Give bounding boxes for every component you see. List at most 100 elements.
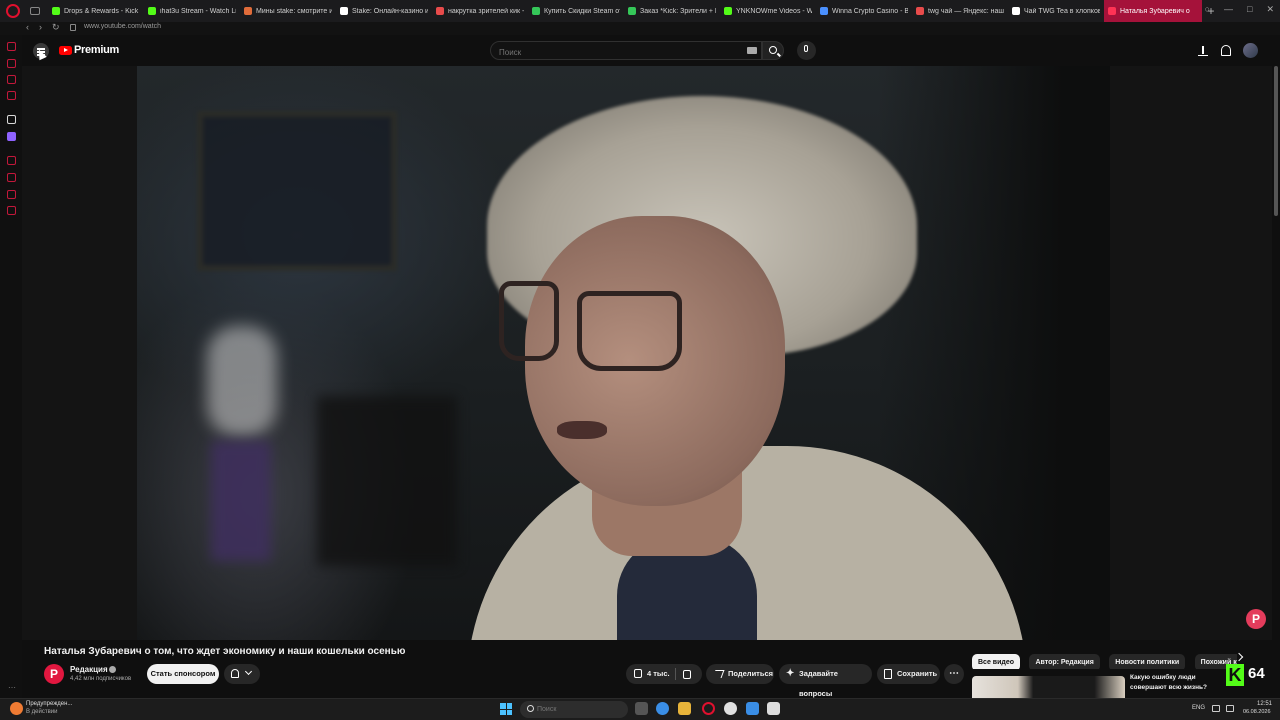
recommendation-thumbnail[interactable] xyxy=(972,676,1125,698)
opera-logo-icon[interactable] xyxy=(6,4,20,18)
taskbar-search[interactable] xyxy=(520,701,628,718)
sidebar-more-icon[interactable]: ⋯ xyxy=(8,683,16,692)
tab-label: Stake: Онлайн-казино и с xyxy=(352,7,428,15)
more-actions-button[interactable]: ⋯ xyxy=(944,664,964,684)
share-button[interactable]: Поделиться xyxy=(706,664,774,684)
sidebar-messenger-icon[interactable] xyxy=(7,75,16,84)
taskbar-search-input[interactable] xyxy=(537,703,607,716)
dislike-icon[interactable] xyxy=(683,670,691,679)
nav-buttons[interactable]: ‹›↻ xyxy=(26,22,70,33)
account-avatar[interactable] xyxy=(1243,43,1258,58)
clock-time[interactable]: 12:51 xyxy=(1257,701,1272,707)
search-button[interactable] xyxy=(762,41,784,60)
url-field[interactable]: www.youtube.com/watch xyxy=(84,23,161,30)
sidebar-pin-icon[interactable] xyxy=(7,190,16,199)
browser-tab[interactable]: Чай TWG Tea в хлопковы xyxy=(1008,0,1104,22)
sidebar-settings-icon[interactable] xyxy=(7,206,16,215)
sidebar-aria-icon[interactable] xyxy=(7,115,16,124)
tab-label: ihat3u Stream - Watch Live xyxy=(160,7,236,15)
channel-avatar[interactable]: Р xyxy=(44,664,64,684)
like-icon[interactable] xyxy=(634,669,642,678)
chip-author[interactable]: Автор: Редакция xyxy=(1029,654,1100,669)
verified-icon xyxy=(109,666,116,673)
telegram-icon[interactable] xyxy=(746,702,759,715)
kick-logo-icon: K xyxy=(1226,664,1244,686)
tab-label: Drops & Rewards - Kick Da xyxy=(64,7,140,15)
notifications-bell-icon[interactable] xyxy=(1221,45,1231,56)
tab-label: Winna Crypto Casino - Bes xyxy=(832,7,908,15)
window-controls: ○ — □ ✕ xyxy=(1205,4,1274,15)
tab-label: Заказ *Kick: Зрители + Ин xyxy=(640,7,716,15)
video-title: Наталья Зубаревич о том, что ждет эконом… xyxy=(44,646,406,657)
opera-taskbar-icon[interactable] xyxy=(702,702,715,715)
page-scrollbar[interactable] xyxy=(1274,66,1278,216)
recommendation-chips: Все видео Автор: Редакция Новости полити… xyxy=(972,651,1237,669)
subscriber-count: 4,42 млн подписчиков xyxy=(70,676,132,682)
tab-favicon-icon xyxy=(148,7,156,15)
yandex-icon[interactable] xyxy=(724,702,737,715)
tab-label: Купить Скидки Steam от xyxy=(544,7,620,15)
sponsor-button[interactable]: Стать спонсором xyxy=(147,664,219,684)
recommendation-title[interactable]: Какую ошибку люди совершают всю жизнь? Н… xyxy=(1130,673,1223,693)
tab-favicon-icon xyxy=(916,7,924,15)
tab-favicon-icon xyxy=(820,7,828,15)
browser-tab[interactable]: Drops & Rewards - Kick Da xyxy=(48,0,144,22)
channel-name[interactable]: Редакция xyxy=(70,665,108,674)
lock-icon[interactable] xyxy=(70,24,76,31)
windows-start-icon[interactable] xyxy=(500,703,512,715)
minimize-button[interactable]: — xyxy=(1224,4,1233,15)
sparkle-icon: ✦ xyxy=(786,668,795,679)
task-view-icon[interactable] xyxy=(635,702,648,715)
browser-tab[interactable]: накрутка зрителей кик - xyxy=(432,0,528,22)
maximize-button[interactable]: □ xyxy=(1247,4,1252,15)
browser-tab[interactable]: Winna Crypto Casino - Bes xyxy=(816,0,912,22)
browser-tab[interactable]: Stake: Онлайн-казино и с xyxy=(336,0,432,22)
youtube-logo-icon[interactable] xyxy=(59,46,72,55)
share-icon xyxy=(712,670,725,678)
tab-favicon-icon xyxy=(724,7,732,15)
subscription-notifications-button[interactable] xyxy=(224,664,260,684)
volume-icon[interactable] xyxy=(1226,705,1234,712)
browser-tab[interactable]: YNKNOWme Videos - Watc xyxy=(720,0,816,22)
chip-all-videos[interactable]: Все видео xyxy=(972,654,1021,669)
sidebar-clock-icon[interactable] xyxy=(7,156,16,165)
keyboard-icon[interactable] xyxy=(747,47,757,54)
notification-subtitle: В действии xyxy=(26,709,58,715)
video-player[interactable]: Р xyxy=(22,66,1272,640)
file-explorer-icon[interactable] xyxy=(678,702,691,715)
sidebar-twitch-icon[interactable] xyxy=(7,132,16,141)
close-button[interactable]: ✕ xyxy=(1266,4,1274,15)
browser-tab[interactable]: ihat3u Stream - Watch Live xyxy=(144,0,240,22)
tab-favicon-icon xyxy=(532,7,540,15)
ask-questions-button[interactable]: ✦ Задавайте вопросы xyxy=(779,664,872,698)
tab-label: Мины stake: смотрите и с xyxy=(256,7,332,15)
browser-tab[interactable]: Купить Скидки Steam от xyxy=(528,0,624,22)
chrome-icon[interactable] xyxy=(656,702,669,715)
save-button[interactable]: Сохранить xyxy=(877,664,940,684)
bell-icon xyxy=(231,669,239,678)
chip-politics-news[interactable]: Новости политики xyxy=(1109,654,1186,669)
clock-date[interactable]: 06.08.2026 xyxy=(1243,709,1271,715)
youtube-premium-label[interactable]: Premium xyxy=(74,44,119,56)
keyboard-language[interactable]: ENG xyxy=(1192,705,1205,711)
sidebar-bag-icon[interactable] xyxy=(7,59,16,68)
browser-tab[interactable]: Заказ *Kick: Зрители + Ин xyxy=(624,0,720,22)
tab-menu-icon[interactable] xyxy=(30,7,40,15)
save-icon xyxy=(884,669,892,679)
warning-notification-icon[interactable] xyxy=(10,702,23,715)
network-icon[interactable] xyxy=(1212,705,1220,712)
sidebar-chat-icon[interactable] xyxy=(7,91,16,100)
browser-tab[interactable]: Наталья Зубаревич о xyxy=(1104,0,1202,22)
channel-watermark[interactable]: Р xyxy=(1246,609,1266,629)
browser-tab[interactable]: twg чай — Яндекс: нашло xyxy=(912,0,1008,22)
upload-icon[interactable] xyxy=(1197,45,1209,57)
voice-search-button[interactable] xyxy=(797,41,816,60)
search-input[interactable] xyxy=(491,44,731,61)
search-tabs-icon[interactable]: ○ xyxy=(1205,4,1210,15)
like-count[interactable]: 4 тыс. xyxy=(647,664,670,684)
app-icon[interactable] xyxy=(767,702,780,715)
sidebar-history-icon[interactable] xyxy=(7,42,16,51)
sidebar-history2-icon[interactable] xyxy=(7,173,16,182)
browser-tab[interactable]: Мины stake: смотрите и с xyxy=(240,0,336,22)
notification-title[interactable]: Предупрежден... xyxy=(26,701,72,707)
